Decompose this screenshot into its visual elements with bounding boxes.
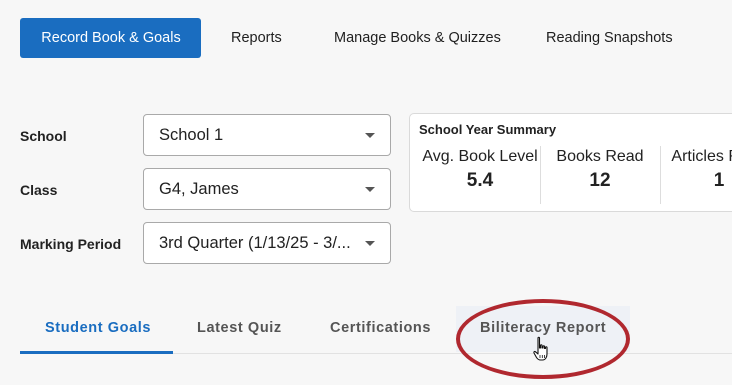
stat-value: 12: [589, 170, 611, 191]
stat-label: Avg. Book Level: [422, 148, 538, 165]
active-tab-indicator: [20, 351, 173, 354]
tab-student-goals[interactable]: Student Goals: [45, 320, 151, 336]
school-select[interactable]: School 1: [143, 114, 391, 156]
class-select-value: G4, James: [159, 180, 239, 198]
tab-certifications[interactable]: Certifications: [330, 320, 431, 336]
nav-tab-reading-snapshots[interactable]: Reading Snapshots: [546, 18, 673, 58]
tab-biliteracy-report[interactable]: Biliteracy Report: [480, 320, 606, 336]
marking-period-select[interactable]: 3rd Quarter (1/13/25 - 3/...: [143, 222, 391, 264]
school-year-summary-card: School Year Summary Avg. Book Level 5.4 …: [409, 113, 732, 212]
stat-label: Articles Read: [671, 148, 732, 165]
class-select[interactable]: G4, James: [143, 168, 391, 210]
stat-value: 1: [713, 170, 725, 191]
school-label: School: [20, 128, 67, 144]
stat-value: 5.4: [466, 170, 494, 191]
nav-tab-record-book-goals[interactable]: Record Book & Goals: [20, 18, 201, 58]
marking-period-label: Marking Period: [20, 236, 122, 252]
top-navigation: Record Book & Goals Reports Manage Books…: [20, 18, 673, 58]
stat-label: Books Read: [556, 148, 644, 165]
summary-title: School Year Summary: [419, 122, 557, 137]
nav-tab-reports[interactable]: Reports: [231, 18, 282, 58]
school-select-value: School 1: [159, 126, 224, 144]
chevron-down-icon: [365, 187, 375, 192]
nav-tab-manage-books-quizzes[interactable]: Manage Books & Quizzes: [334, 18, 501, 58]
stat-books-read: Books Read 12: [541, 146, 659, 204]
chevron-down-icon: [365, 133, 375, 138]
stat-articles-read: Articles Read 1: [660, 146, 732, 204]
class-label: Class: [20, 182, 58, 198]
stat-avg-book-level: Avg. Book Level 5.4: [418, 146, 542, 204]
marking-period-select-value: 3rd Quarter (1/13/25 - 3/...: [159, 234, 351, 252]
chevron-down-icon: [365, 241, 375, 246]
tab-latest-quiz[interactable]: Latest Quiz: [197, 320, 282, 336]
